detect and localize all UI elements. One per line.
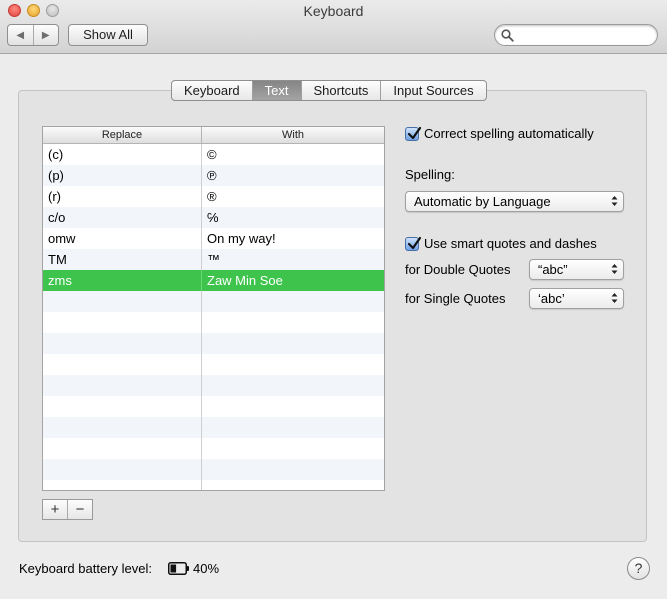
- with-cell[interactable]: ™: [202, 249, 384, 270]
- correct-spelling-label: Correct spelling automatically: [424, 126, 594, 141]
- empty-cell: [202, 354, 384, 375]
- help-button[interactable]: ?: [627, 557, 650, 580]
- table-row-selected[interactable]: zms Zaw Min Soe: [43, 270, 384, 291]
- empty-cell: [202, 438, 384, 459]
- empty-row: [43, 417, 384, 438]
- battery-level-label: Keyboard battery level:: [19, 561, 152, 576]
- table-row[interactable]: omw On my way!: [43, 228, 384, 249]
- table-body: (c) © (p) ℗ (r) ® c/o ℅ omw On my way! TM ™ zm…: [43, 144, 384, 490]
- with-cell[interactable]: ℗: [202, 165, 384, 186]
- empty-row: [43, 354, 384, 375]
- table-row[interactable]: (r) ®: [43, 186, 384, 207]
- double-quotes-select[interactable]: “abc”: [529, 259, 624, 280]
- table-row[interactable]: (c) ©: [43, 144, 384, 165]
- popup-arrows-icon: [611, 293, 618, 303]
- table-row[interactable]: (p) ℗: [43, 165, 384, 186]
- smart-quotes-checkbox[interactable]: [405, 236, 422, 251]
- window-title: Keyboard: [303, 3, 364, 19]
- with-cell[interactable]: ®: [202, 186, 384, 207]
- replace-cell[interactable]: (c): [43, 144, 202, 165]
- with-cell[interactable]: ℅: [202, 207, 384, 228]
- table-row[interactable]: TM ™: [43, 249, 384, 270]
- empty-cell: [43, 354, 202, 375]
- smart-quotes-label: Use smart quotes and dashes: [424, 236, 597, 251]
- text-replacement-table[interactable]: Replace With (c) © (p) ℗ (r) ® c/o ℅ omw On m…: [42, 126, 385, 491]
- empty-cell: [202, 480, 384, 490]
- add-remove-control: + −: [42, 499, 93, 520]
- battery-level-value: 40%: [193, 561, 220, 576]
- empty-row: [43, 333, 384, 354]
- back-button[interactable]: ◀: [8, 25, 34, 45]
- empty-row: [43, 396, 384, 417]
- empty-cell: [43, 396, 202, 417]
- empty-cell: [43, 417, 202, 438]
- popup-arrows-icon: [611, 196, 618, 206]
- double-quotes-label: for Double Quotes: [405, 262, 511, 277]
- empty-cell: [43, 459, 202, 480]
- empty-row: [43, 291, 384, 312]
- table-header: Replace With: [43, 127, 384, 144]
- empty-row: [43, 438, 384, 459]
- tab-keyboard[interactable]: Keyboard: [172, 81, 253, 100]
- tab-bar: Keyboard Text Shortcuts Input Sources: [171, 80, 487, 101]
- battery-icon: [168, 562, 189, 575]
- single-quotes-select[interactable]: ‘abc’: [529, 288, 624, 309]
- empty-cell: [43, 312, 202, 333]
- empty-row: [43, 375, 384, 396]
- window-toolbar: Keyboard ◀ ▶ Show All: [0, 0, 667, 54]
- empty-cell: [43, 480, 202, 490]
- show-all-button[interactable]: Show All: [68, 24, 148, 46]
- empty-cell: [202, 333, 384, 354]
- empty-cell: [202, 312, 384, 333]
- checkmark-icon: [407, 126, 422, 139]
- smart-quotes-option[interactable]: Use smart quotes and dashes: [405, 236, 597, 251]
- column-header-replace[interactable]: Replace: [43, 127, 202, 143]
- back-forward-control: ◀ ▶: [7, 24, 59, 46]
- with-cell[interactable]: Zaw Min Soe: [202, 270, 384, 291]
- empty-cell: [202, 459, 384, 480]
- empty-row: [43, 480, 384, 490]
- forward-arrow-icon: ▶: [41, 29, 50, 41]
- table-row[interactable]: c/o ℅: [43, 207, 384, 228]
- remove-button[interactable]: −: [68, 500, 92, 519]
- tab-input-sources[interactable]: Input Sources: [381, 81, 485, 100]
- search-icon: [501, 29, 514, 42]
- replace-cell[interactable]: (p): [43, 165, 202, 186]
- replace-cell[interactable]: zms: [43, 270, 202, 291]
- checkmark-icon: [407, 236, 422, 249]
- empty-cell: [43, 375, 202, 396]
- correct-spelling-option[interactable]: Correct spelling automatically: [405, 126, 594, 141]
- empty-cell: [202, 375, 384, 396]
- replace-cell[interactable]: c/o: [43, 207, 202, 228]
- add-button[interactable]: +: [43, 500, 68, 519]
- tab-text[interactable]: Text: [252, 81, 302, 100]
- back-arrow-icon: ◀: [16, 29, 25, 41]
- single-quotes-value: ‘abc’: [538, 291, 565, 306]
- empty-cell: [202, 417, 384, 438]
- correct-spelling-checkbox[interactable]: [405, 126, 422, 141]
- popup-arrows-icon: [611, 264, 618, 274]
- empty-cell: [202, 396, 384, 417]
- empty-cell: [43, 438, 202, 459]
- empty-cell: [202, 291, 384, 312]
- with-cell[interactable]: ©: [202, 144, 384, 165]
- column-header-with[interactable]: With: [202, 127, 384, 143]
- with-cell[interactable]: On my way!: [202, 228, 384, 249]
- single-quotes-label: for Single Quotes: [405, 291, 506, 306]
- replace-cell[interactable]: omw: [43, 228, 202, 249]
- empty-row: [43, 459, 384, 480]
- spelling-label: Spelling:: [405, 167, 455, 182]
- empty-cell: [43, 333, 202, 354]
- tab-shortcuts[interactable]: Shortcuts: [302, 81, 382, 100]
- replace-cell[interactable]: (r): [43, 186, 202, 207]
- search-field[interactable]: [494, 24, 658, 46]
- double-quotes-value: “abc”: [538, 262, 568, 277]
- forward-button[interactable]: ▶: [34, 25, 59, 45]
- empty-cell: [43, 291, 202, 312]
- empty-row: [43, 312, 384, 333]
- replace-cell[interactable]: TM: [43, 249, 202, 270]
- spelling-language-select[interactable]: Automatic by Language: [405, 191, 624, 212]
- search-input[interactable]: [517, 27, 652, 43]
- spelling-language-value: Automatic by Language: [414, 194, 551, 209]
